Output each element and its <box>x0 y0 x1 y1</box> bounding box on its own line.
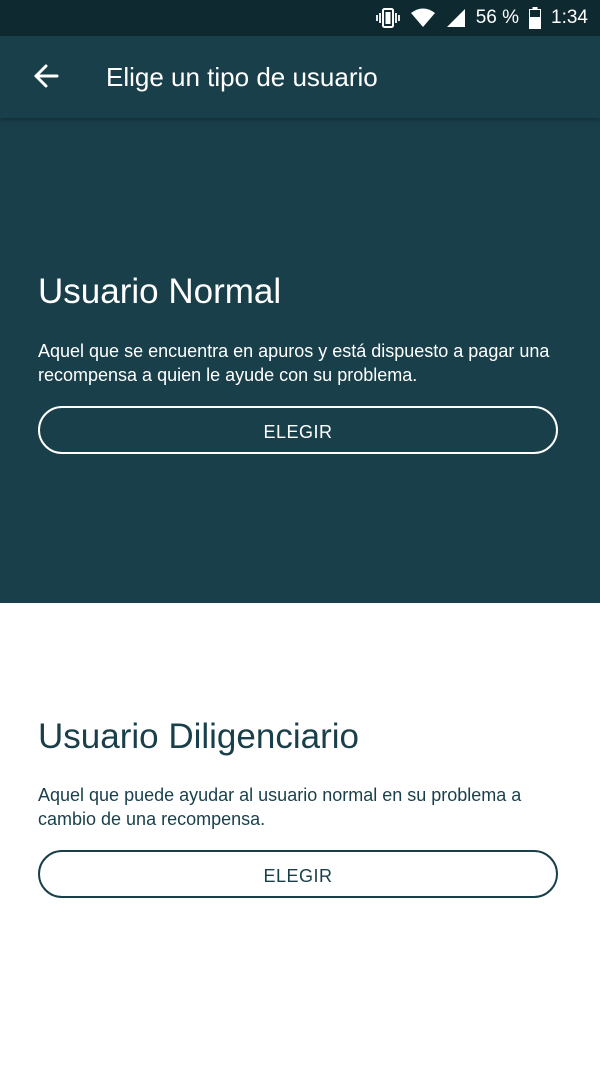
normal-user-card: Usuario Normal Aquel que se encuentra en… <box>0 118 600 603</box>
status-bar: 56 % 1:34 <box>0 0 600 36</box>
back-button[interactable] <box>28 60 64 96</box>
wifi-icon <box>410 8 436 28</box>
battery-icon <box>529 7 542 29</box>
normal-user-title: Usuario Normal <box>38 272 282 311</box>
vibrate-icon <box>375 7 400 29</box>
normal-user-description: Aquel que se encuentra en apuros y está … <box>38 341 550 385</box>
arrow-left-icon <box>33 63 59 94</box>
clock: 1:34 <box>551 7 588 28</box>
diligenciario-user-card: Usuario Diligenciario Aquel que puede ay… <box>0 603 600 1066</box>
battery-percent: 56 % <box>475 7 520 28</box>
choose-diligenciario-button[interactable]: ELEGIR <box>38 850 558 898</box>
page-title: Elige un tipo de usuario <box>106 62 378 92</box>
app-bar: Elige un tipo de usuario <box>0 36 600 118</box>
choose-normal-button[interactable]: ELEGIR <box>38 406 558 454</box>
diligenciario-user-description: Aquel que puede ayudar al usuario normal… <box>38 785 522 829</box>
signal-icon <box>446 8 466 28</box>
diligenciario-user-title: Usuario Diligenciario <box>38 717 359 756</box>
status-icons: 56 % 1:34 <box>375 0 588 36</box>
